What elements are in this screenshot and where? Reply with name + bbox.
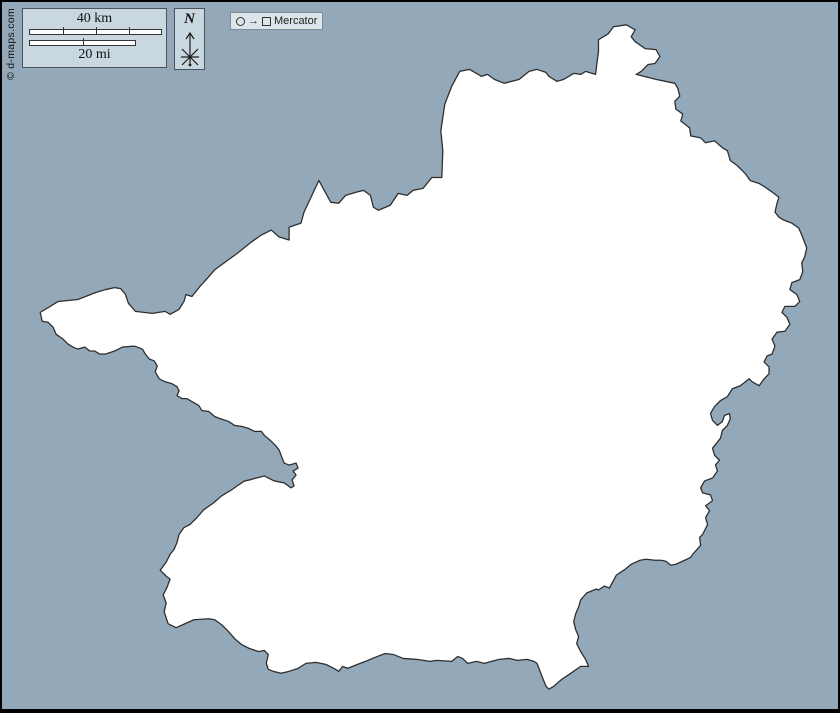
scale-km-label: 40 km: [23, 11, 166, 27]
region-map: [2, 2, 838, 709]
scale-mi-label: 20 mi: [23, 47, 166, 63]
scale-mi-bar: [29, 40, 136, 46]
compass-north-label: N: [175, 11, 204, 28]
square-icon: [262, 17, 271, 26]
map-canvas: 40 km 20 mi N → Mercator: [0, 0, 840, 713]
north-arrow-icon: [176, 28, 204, 68]
scale-tick: [83, 38, 84, 45]
copyright-text: © d-maps.com: [5, 8, 17, 80]
region-outline: [40, 25, 806, 689]
compass-panel: N: [174, 8, 205, 70]
projection-name: Mercator: [274, 15, 317, 27]
scale-tick: [63, 27, 64, 34]
scale-tick: [129, 27, 130, 34]
circle-icon: [236, 17, 245, 26]
arrow-right-icon: →: [248, 16, 259, 26]
scale-tick: [96, 27, 97, 34]
projection-panel: → Mercator: [230, 12, 323, 30]
scale-km-bar: [29, 29, 162, 35]
scale-bar-panel: 40 km 20 mi: [22, 8, 167, 68]
